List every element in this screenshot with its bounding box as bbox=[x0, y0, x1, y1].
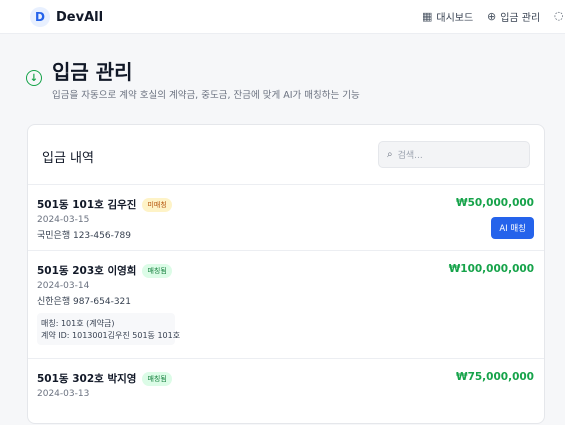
deposit-name: 501동 101호 김우진 bbox=[37, 199, 137, 211]
search-placeholder: 검색... bbox=[397, 151, 423, 161]
page-subtitle: 입금을 자동으로 계약 호실의 계약금, 중도금, 잔금에 맞게 AI가 매칭하… bbox=[52, 90, 360, 101]
deposit-name: 501동 203호 이영희 bbox=[37, 265, 137, 277]
deposit-amount: ₩100,000,000 bbox=[448, 263, 534, 275]
top-navigation-bar: D DevAll ▦ 대시보드 ⊕ 입금 관리 ◌ bbox=[0, 0, 565, 34]
deposit-name: 501동 302호 박지영 bbox=[37, 373, 137, 385]
nav-item-label: 대시보드 bbox=[436, 13, 474, 24]
bank-account: 국민은행 123-456-789 bbox=[37, 231, 132, 241]
card-title: 입금 내역 bbox=[42, 151, 94, 166]
card-header: 입금 내역 ⌕ 검색... bbox=[28, 125, 544, 185]
deposit-circle-icon: ⊕ bbox=[487, 10, 497, 23]
ai-match-button[interactable]: AI 매칭 bbox=[491, 217, 534, 239]
deposit-amount: ₩50,000,000 bbox=[455, 197, 534, 209]
status-badge: 매칭됨 bbox=[142, 263, 172, 278]
deposit-list-card: 입금 내역 ⌕ 검색... 501동 101호 김우진 미매칭 2024-03-… bbox=[27, 124, 545, 424]
bank-account: 신한은행 987-654-321 bbox=[37, 297, 132, 307]
deposit-date: 2024-03-15 bbox=[37, 215, 90, 225]
deposit-date: 2024-03-13 bbox=[37, 389, 90, 399]
nav-item-cut-off[interactable]: ◌ bbox=[554, 9, 565, 22]
match-details: 매칭: 101호 (계약금) 계약 ID: 1013001김우진 501동 10… bbox=[37, 313, 181, 345]
deposit-amount: ₩75,000,000 bbox=[455, 371, 534, 383]
nav-item-label: 입금 관리 bbox=[500, 13, 541, 24]
status-badge: 매칭됨 bbox=[142, 371, 172, 386]
nav-item-deposit-management[interactable]: ⊕ 입금 관리 bbox=[487, 9, 540, 24]
list-item[interactable]: 501동 101호 김우진 미매칭 2024-03-15 국민은행 123-45… bbox=[28, 185, 544, 251]
contract-info: 계약 ID: 1013001김우진 501동 101호 bbox=[41, 331, 181, 340]
arrow-down-circle-icon: ↓ bbox=[26, 70, 42, 86]
search-icon: ⌕ bbox=[387, 149, 393, 160]
cut-off-icon: ◌ bbox=[554, 9, 564, 22]
deposit-date: 2024-03-14 bbox=[37, 281, 90, 291]
grid-icon: ▦ bbox=[422, 10, 433, 23]
page-title: 입금 관리 bbox=[52, 60, 133, 84]
brand-name: DevAll bbox=[56, 9, 104, 25]
list-item[interactable]: 501동 302호 박지영 매칭됨 2024-03-13 ₩75,000,000 bbox=[28, 359, 544, 425]
brand[interactable]: D DevAll bbox=[30, 7, 103, 27]
list-item[interactable]: 501동 203호 이영희 매칭됨 2024-03-14 신한은행 987-65… bbox=[28, 251, 544, 359]
search-input[interactable]: ⌕ 검색... bbox=[378, 141, 530, 168]
status-badge: 미매칭 bbox=[142, 197, 172, 212]
brand-logo-icon: D bbox=[30, 7, 50, 27]
nav-item-dashboard[interactable]: ▦ 대시보드 bbox=[422, 9, 473, 24]
match-info: 매칭: 101호 (계약금) bbox=[41, 319, 115, 328]
